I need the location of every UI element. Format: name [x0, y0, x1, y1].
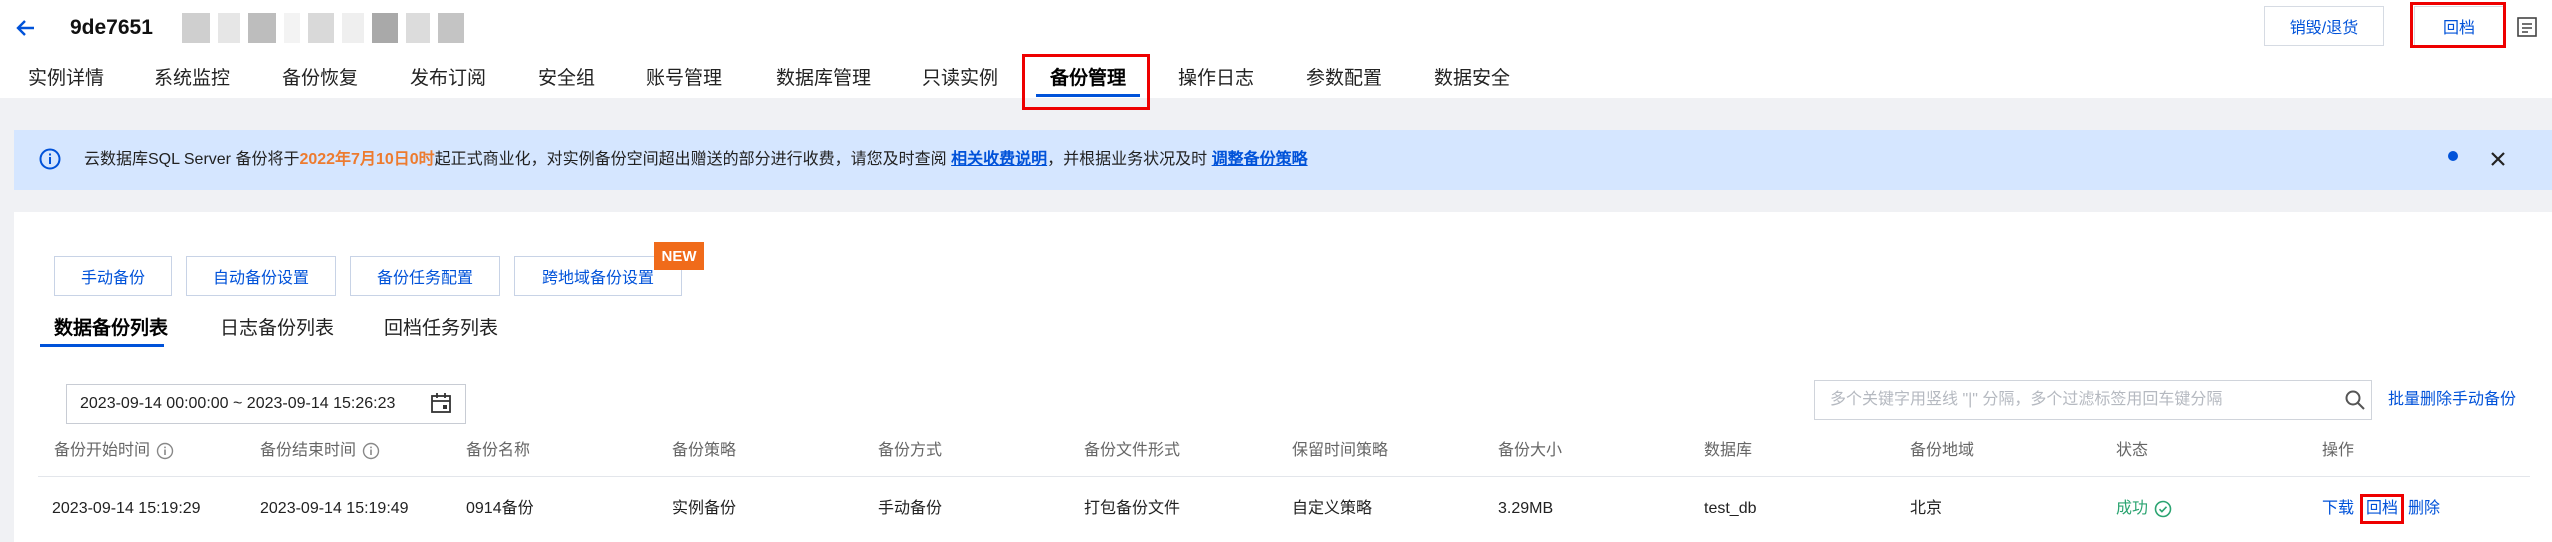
col-end-time-label: 备份结束时间	[260, 442, 357, 459]
banner-date: 2022年7月10日0时	[299, 151, 435, 168]
col-name: 备份名称	[466, 442, 531, 459]
subtab-rollback-task-list[interactable]: 回档任务列表	[384, 314, 498, 344]
col-region: 备份地域	[1910, 442, 1975, 459]
col-database: 数据库	[1704, 442, 1753, 459]
auto-backup-settings-button[interactable]: 自动备份设置	[186, 256, 336, 296]
pricing-link[interactable]: 相关收费说明	[951, 151, 1047, 168]
info-icon	[38, 147, 62, 171]
banner-text-3: ，并根据业务状况及时	[1047, 151, 1212, 168]
tab-monitoring[interactable]: 系统监控	[154, 62, 230, 96]
col-retention: 保留时间策略	[1292, 442, 1389, 459]
tab-publish-subscribe[interactable]: 发布订阅	[410, 62, 486, 96]
main-tabs: 实例详情 系统监控 备份恢复 发布订阅 安全组 账号管理 数据库管理 只读实例 …	[0, 62, 2552, 98]
tab-backup-restore[interactable]: 备份恢复	[282, 62, 358, 96]
cell-size: 3.29MB	[1498, 500, 1554, 517]
tab-instance-detail[interactable]: 实例详情	[28, 62, 104, 96]
tab-operation-log[interactable]: 操作日志	[1178, 62, 1254, 96]
highlight-box-backup-tab	[1022, 54, 1150, 110]
check-circle-icon	[2154, 500, 2172, 518]
help-icon[interactable]	[362, 442, 380, 460]
col-method: 备份方式	[878, 442, 943, 459]
back-arrow-icon[interactable]	[8, 10, 44, 46]
col-strategy: 备份策略	[672, 442, 737, 459]
new-badge: NEW	[654, 242, 704, 270]
banner-pager-dot[interactable]	[2448, 151, 2458, 161]
tab-data-security[interactable]: 数据安全	[1434, 62, 1510, 96]
manual-backup-button[interactable]: 手动备份	[54, 256, 172, 296]
batch-delete-link[interactable]: 批量删除手动备份	[2388, 386, 2516, 414]
instance-title: 9de7651	[70, 16, 153, 39]
col-size: 备份大小	[1498, 442, 1563, 459]
status-text: 成功	[2116, 500, 2149, 517]
search-placeholder: 多个关键字用竖线 "|" 分隔，多个过滤标签用回车键分隔	[1830, 391, 2223, 408]
cell-status: 成功	[2116, 494, 2172, 524]
cell-start-time: 2023-09-14 15:19:29	[52, 500, 201, 517]
highlight-box-rollback	[2410, 2, 2506, 48]
col-file-form: 备份文件形式	[1084, 442, 1181, 459]
cell-method: 手动备份	[878, 500, 943, 517]
cell-strategy: 实例备份	[672, 500, 737, 517]
tab-readonly[interactable]: 只读实例	[922, 62, 998, 96]
highlight-box-row-rollback	[2360, 494, 2404, 524]
cell-database: test_db	[1704, 500, 1757, 517]
cell-name: 0914备份	[466, 500, 534, 517]
delete-link[interactable]: 删除	[2408, 494, 2440, 524]
tab-accounts[interactable]: 账号管理	[646, 62, 722, 96]
col-operations: 操作	[2322, 442, 2355, 459]
col-start-time: 备份开始时间	[54, 436, 174, 466]
list-settings-icon[interactable]	[2516, 16, 2538, 38]
backup-task-config-button[interactable]: 备份任务配置	[350, 256, 500, 296]
header-divider	[38, 476, 2530, 477]
cell-file-form: 打包备份文件	[1084, 500, 1181, 517]
banner-text-2: 起正式商业化，对实例备份空间超出赠送的部分进行收费，请您及时查阅	[434, 151, 952, 168]
subtab-data-backup-list[interactable]: 数据备份列表	[54, 314, 168, 344]
col-status: 状态	[2116, 442, 2149, 459]
subtab-underline	[40, 344, 164, 347]
tab-databases[interactable]: 数据库管理	[776, 62, 871, 96]
download-link[interactable]: 下载	[2322, 494, 2354, 524]
col-end-time: 备份结束时间	[260, 436, 380, 466]
cell-region: 北京	[1910, 500, 1943, 517]
tab-parameters[interactable]: 参数配置	[1306, 62, 1382, 96]
subtab-log-backup-list[interactable]: 日志备份列表	[220, 314, 334, 344]
cell-retention: 自定义策略	[1292, 500, 1373, 517]
redacted-id-mosaic	[182, 10, 472, 46]
close-icon[interactable]	[2486, 147, 2510, 171]
return-button[interactable]: 销毁/退货	[2264, 6, 2384, 46]
tab-security-group[interactable]: 安全组	[538, 62, 595, 96]
col-start-time-label: 备份开始时间	[54, 442, 151, 459]
banner-text: 云数据库SQL Server 备份将于2022年7月10日0时起正式商业化，对实…	[84, 145, 1308, 175]
calendar-icon[interactable]	[430, 392, 452, 414]
banner-text-1: 云数据库SQL Server 备份将于	[84, 151, 300, 168]
date-range-text: 2023-09-14 00:00:00 ~ 2023-09-14 15:26:2…	[80, 395, 396, 412]
help-icon[interactable]	[156, 442, 174, 460]
search-icon[interactable]	[2344, 389, 2366, 411]
cell-end-time: 2023-09-14 15:19:49	[260, 500, 409, 517]
adjust-strategy-link[interactable]: 调整备份策略	[1212, 151, 1308, 168]
